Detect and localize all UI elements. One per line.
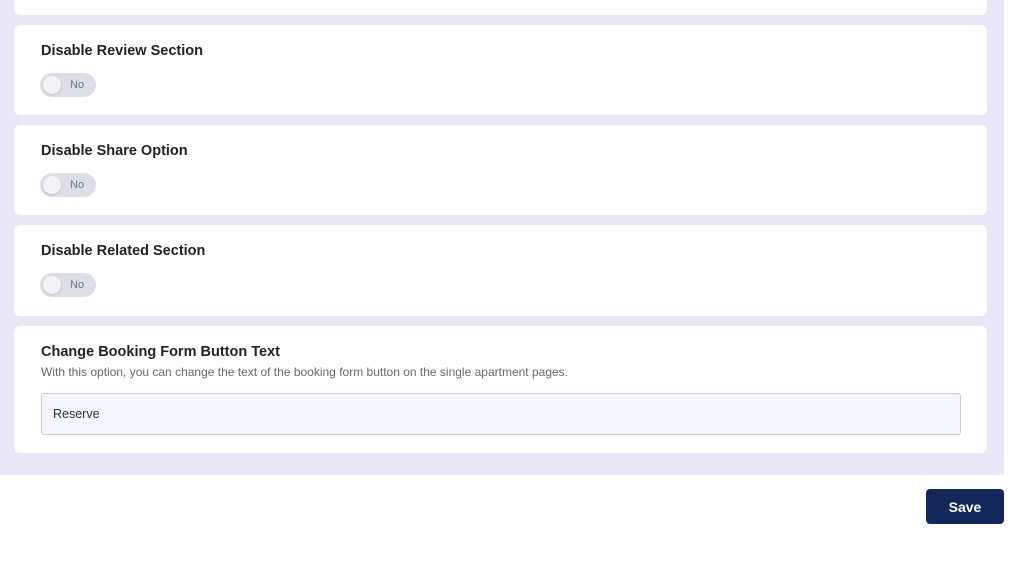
toggle-label: No	[70, 179, 85, 191]
booking-button-text-card: Change Booking Form Button Text With thi…	[14, 326, 987, 453]
disable-share-title: Disable Share Option	[41, 143, 188, 159]
previous-setting-card	[14, 0, 987, 15]
toggle-knob	[43, 176, 61, 194]
booking-button-text-title: Change Booking Form Button Text	[41, 344, 280, 360]
booking-button-text-input[interactable]	[41, 393, 961, 435]
booking-button-text-description: With this option, you can change the tex…	[41, 365, 568, 379]
settings-panel: Disable Review Section No Disable Share …	[0, 0, 1004, 475]
save-button[interactable]: Save	[926, 489, 1004, 524]
disable-review-toggle[interactable]: No	[40, 73, 96, 97]
disable-review-title: Disable Review Section	[41, 43, 203, 59]
toggle-label: No	[70, 279, 85, 291]
disable-review-card: Disable Review Section No	[14, 25, 987, 115]
disable-related-card: Disable Related Section No	[14, 225, 987, 316]
disable-related-toggle[interactable]: No	[40, 273, 96, 297]
disable-related-title: Disable Related Section	[41, 243, 206, 259]
disable-share-toggle[interactable]: No	[40, 173, 96, 197]
toggle-knob	[43, 276, 61, 294]
disable-share-card: Disable Share Option No	[14, 125, 987, 215]
toggle-knob	[43, 76, 61, 94]
toggle-label: No	[70, 79, 85, 91]
